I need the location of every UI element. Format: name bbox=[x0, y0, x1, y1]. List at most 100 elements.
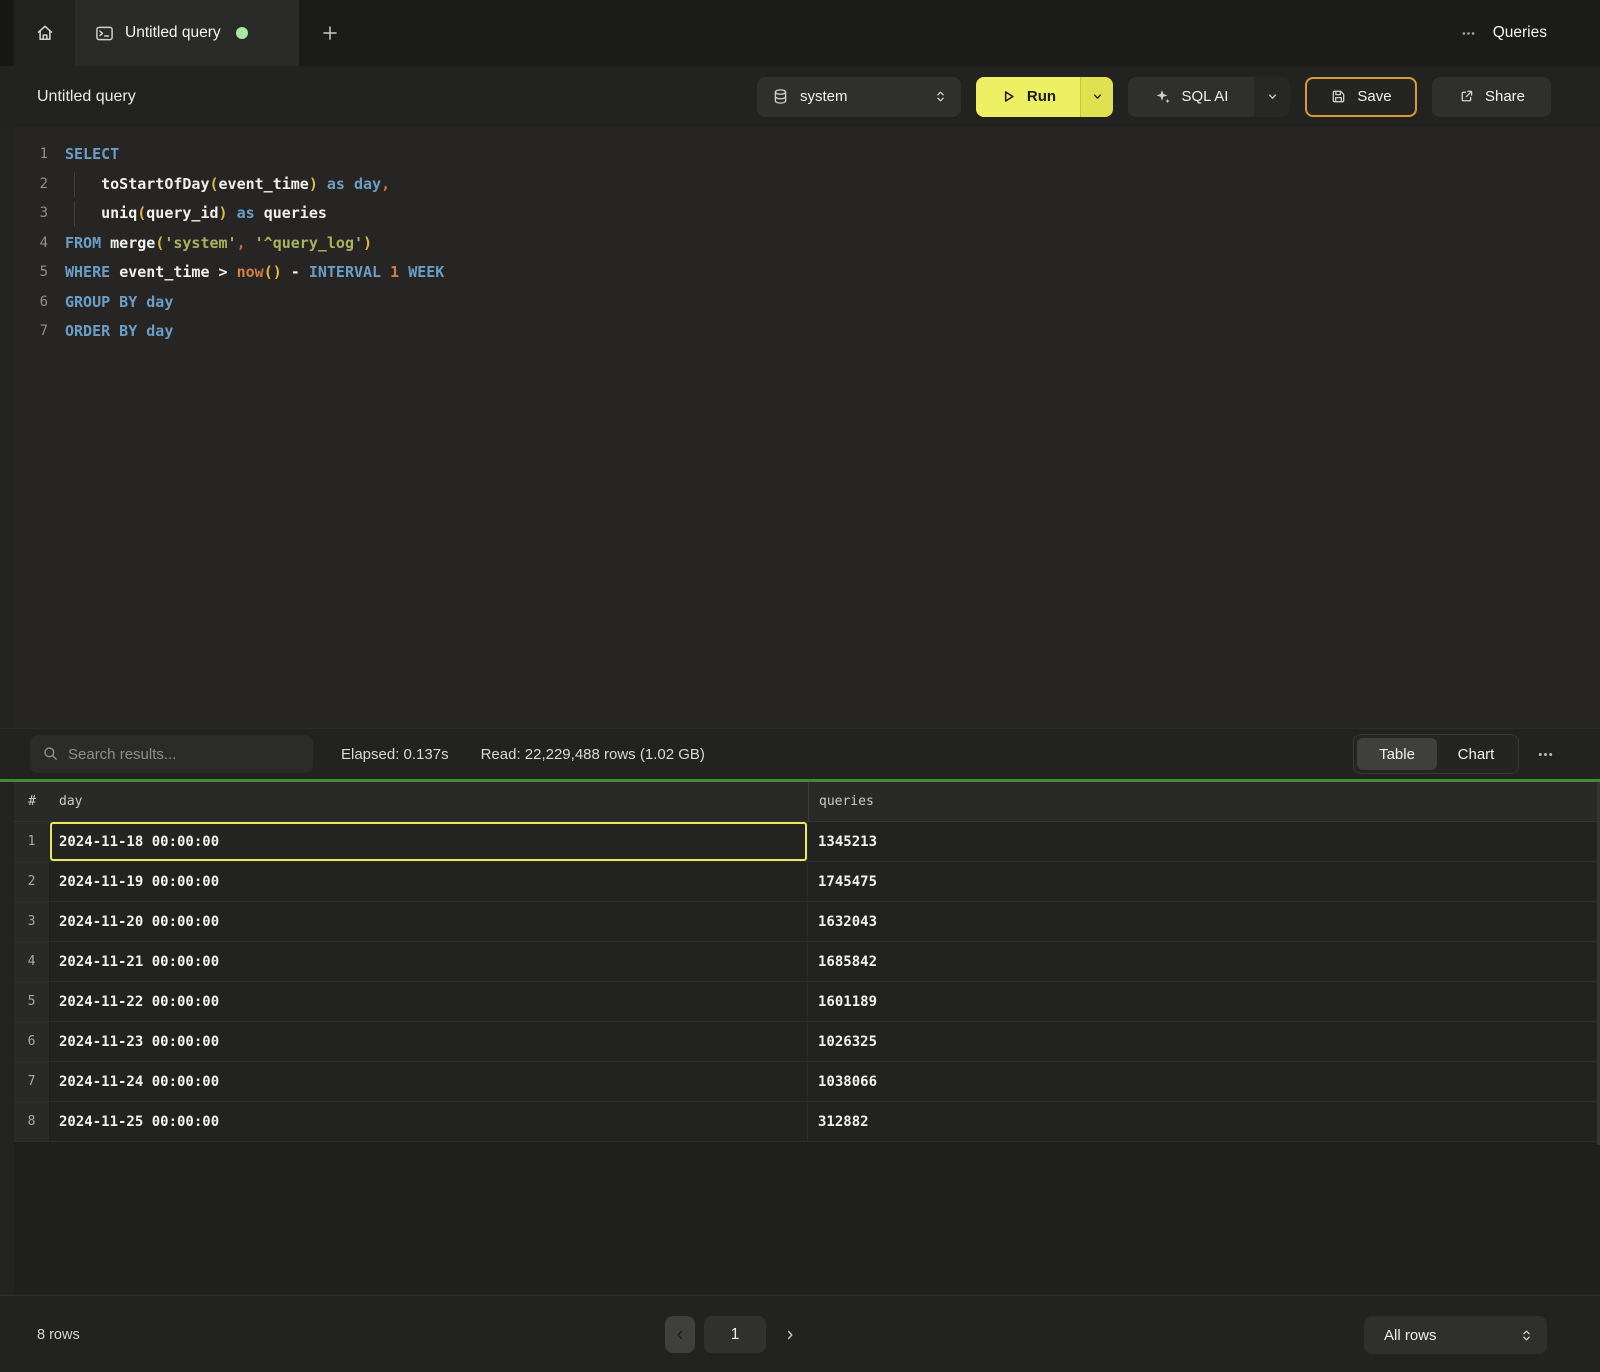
indent-guide bbox=[74, 201, 75, 227]
current-page-button[interactable]: 1 bbox=[704, 1316, 766, 1353]
next-page-button[interactable] bbox=[775, 1316, 805, 1353]
tab-title: Untitled query bbox=[125, 24, 221, 42]
database-icon bbox=[772, 88, 789, 105]
indent-guide bbox=[74, 172, 75, 198]
sql-editor[interactable]: 1SELECT2 toStartOfDay(event_time) as day… bbox=[14, 127, 1600, 728]
code-line-content: ORDER BY day bbox=[65, 317, 173, 347]
tab-untitled-query[interactable]: Untitled query bbox=[75, 0, 299, 66]
window-edge bbox=[0, 0, 14, 66]
line-number: 7 bbox=[14, 317, 48, 347]
previous-page-button[interactable] bbox=[665, 1316, 695, 1353]
cell-day[interactable]: 2024-11-18 00:00:00 bbox=[50, 822, 807, 861]
row-number[interactable]: 5 bbox=[14, 982, 50, 1021]
home-icon bbox=[35, 23, 55, 43]
row-number[interactable]: 6 bbox=[14, 1022, 50, 1061]
cell-queries[interactable]: 1345213 bbox=[807, 822, 1600, 861]
code-line-content: toStartOfDay(event_time) as day, bbox=[65, 170, 390, 200]
cell-queries[interactable]: 312882 bbox=[807, 1102, 1600, 1141]
cell-day[interactable]: 2024-11-24 00:00:00 bbox=[50, 1062, 807, 1101]
terminal-icon bbox=[95, 24, 114, 43]
run-button[interactable]: Run bbox=[976, 77, 1080, 117]
cell-queries[interactable]: 1038066 bbox=[807, 1062, 1600, 1101]
home-button[interactable] bbox=[14, 0, 75, 66]
query-toolbar: Untitled query system bbox=[0, 66, 1600, 127]
share-button[interactable]: Share bbox=[1432, 77, 1551, 117]
sql-ai-options-button[interactable] bbox=[1254, 77, 1290, 117]
pagination: 1 bbox=[665, 1316, 805, 1353]
search-results-input[interactable] bbox=[30, 735, 313, 773]
view-toggle: Table Chart bbox=[1353, 734, 1519, 774]
table-row: 12024-11-18 00:00:001345213 bbox=[14, 822, 1600, 862]
row-number[interactable]: 2 bbox=[14, 862, 50, 901]
code-line[interactable]: 4FROM merge('system', '^query_log') bbox=[14, 229, 1600, 259]
share-label: Share bbox=[1485, 88, 1525, 105]
line-number: 5 bbox=[14, 258, 48, 288]
line-number: 3 bbox=[14, 199, 48, 229]
cell-queries[interactable]: 1601189 bbox=[807, 982, 1600, 1021]
tab-bar-right: Queries bbox=[1461, 0, 1600, 66]
code-line[interactable]: 6 GROUP BY day bbox=[14, 288, 1600, 318]
sparkles-icon bbox=[1154, 88, 1172, 106]
database-name: system bbox=[800, 88, 922, 105]
sql-console-app: Untitled query Queries Untitled query bbox=[0, 0, 1600, 1372]
code-line[interactable]: 2 toStartOfDay(event_time) as day, bbox=[14, 170, 1600, 200]
table-header-row: # day queries bbox=[14, 782, 1600, 822]
line-number: 1 bbox=[14, 140, 48, 170]
elapsed-stat: Elapsed: 0.137s bbox=[341, 746, 449, 763]
cell-queries[interactable]: 1632043 bbox=[807, 902, 1600, 941]
chevron-down-icon bbox=[1091, 90, 1104, 103]
column-header-queries[interactable]: queries bbox=[808, 782, 1600, 821]
cell-queries[interactable]: 1685842 bbox=[807, 942, 1600, 981]
code-line-content: FROM merge('system', '^query_log') bbox=[65, 229, 372, 259]
run-options-button[interactable] bbox=[1080, 77, 1113, 117]
table-row: 62024-11-23 00:00:001026325 bbox=[14, 1022, 1600, 1062]
cell-day[interactable]: 2024-11-21 00:00:00 bbox=[50, 942, 807, 981]
table-row: 22024-11-19 00:00:001745475 bbox=[14, 862, 1600, 902]
chevron-down-icon bbox=[1266, 90, 1279, 103]
database-selector[interactable]: system bbox=[757, 77, 961, 117]
results-table: # day queries 12024-11-18 00:00:00134521… bbox=[14, 782, 1600, 1295]
save-label: Save bbox=[1357, 88, 1391, 105]
column-header-day[interactable]: day bbox=[50, 794, 808, 809]
queries-link[interactable]: Queries bbox=[1493, 24, 1547, 42]
cell-day[interactable]: 2024-11-23 00:00:00 bbox=[50, 1022, 807, 1061]
overflow-menu-icon[interactable] bbox=[1461, 26, 1476, 41]
updown-chevron-icon bbox=[933, 89, 948, 104]
sql-ai-button-group: SQL AI bbox=[1128, 77, 1290, 117]
external-link-icon bbox=[1458, 88, 1475, 105]
row-number[interactable]: 4 bbox=[14, 942, 50, 981]
row-number[interactable]: 7 bbox=[14, 1062, 50, 1101]
code-line-content: GROUP BY day bbox=[65, 288, 173, 318]
page-size-selector[interactable]: All rows bbox=[1364, 1316, 1547, 1354]
view-tab-table[interactable]: Table bbox=[1357, 738, 1437, 770]
cell-day[interactable]: 2024-11-20 00:00:00 bbox=[50, 902, 807, 941]
code-line[interactable]: 1SELECT bbox=[14, 140, 1600, 170]
query-title: Untitled query bbox=[37, 88, 136, 106]
line-number: 2 bbox=[14, 170, 48, 200]
updown-chevron-icon bbox=[1519, 1328, 1534, 1343]
plus-icon bbox=[321, 24, 339, 42]
save-button[interactable]: Save bbox=[1305, 77, 1417, 117]
cell-day[interactable]: 2024-11-25 00:00:00 bbox=[50, 1102, 807, 1141]
new-tab-button[interactable] bbox=[299, 0, 361, 66]
sql-ai-button[interactable]: SQL AI bbox=[1128, 77, 1254, 117]
sql-ai-label: SQL AI bbox=[1182, 88, 1229, 105]
play-icon bbox=[1000, 88, 1017, 105]
table-row: 32024-11-20 00:00:001632043 bbox=[14, 902, 1600, 942]
results-options-icon[interactable] bbox=[1537, 746, 1554, 763]
table-row: 42024-11-21 00:00:001685842 bbox=[14, 942, 1600, 982]
table-row: 52024-11-22 00:00:001601189 bbox=[14, 982, 1600, 1022]
cell-day[interactable]: 2024-11-19 00:00:00 bbox=[50, 862, 807, 901]
table-row: 72024-11-24 00:00:001038066 bbox=[14, 1062, 1600, 1102]
cell-day[interactable]: 2024-11-22 00:00:00 bbox=[50, 982, 807, 1021]
code-line[interactable]: 7 ORDER BY day bbox=[14, 317, 1600, 347]
view-tab-chart[interactable]: Chart bbox=[1437, 738, 1515, 770]
code-line[interactable]: 3 uniq(query_id) as queries bbox=[14, 199, 1600, 229]
row-number[interactable]: 1 bbox=[14, 822, 50, 861]
code-line[interactable]: 5WHERE event_time > now() - INTERVAL 1 W… bbox=[14, 258, 1600, 288]
line-number: 6 bbox=[14, 288, 48, 318]
cell-queries[interactable]: 1026325 bbox=[807, 1022, 1600, 1061]
cell-queries[interactable]: 1745475 bbox=[807, 862, 1600, 901]
row-number[interactable]: 3 bbox=[14, 902, 50, 941]
row-number[interactable]: 8 bbox=[14, 1102, 50, 1141]
